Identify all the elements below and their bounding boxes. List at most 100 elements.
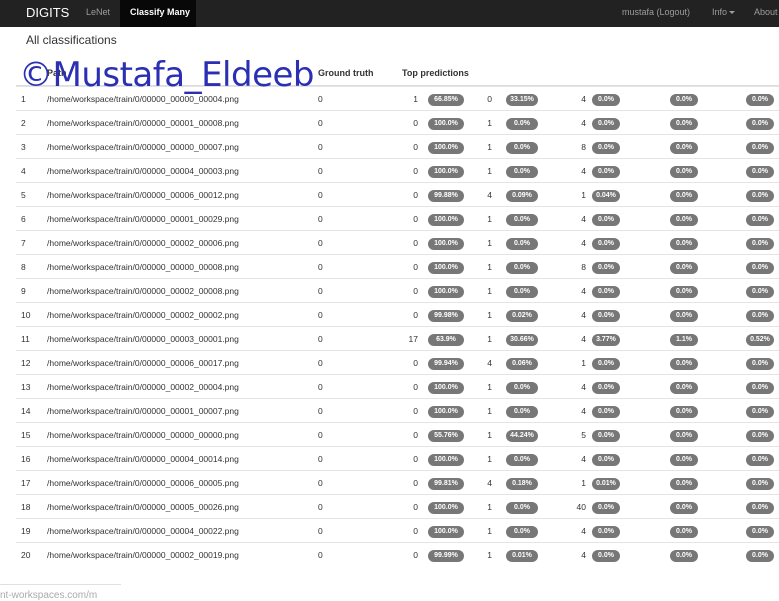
page-title: All classifications [26, 33, 117, 47]
row-number: 8 [21, 262, 26, 272]
predicted-class: 0 [413, 358, 418, 368]
image-path: /home/workspace/train/0/00000_00000_0000… [47, 142, 239, 152]
predicted-class: 1 [487, 454, 492, 464]
confidence-badge: 100.0% [428, 526, 464, 538]
predicted-class: 4 [581, 310, 586, 320]
predicted-class: 4 [581, 94, 586, 104]
confidence-badge: 0.0% [670, 262, 698, 274]
confidence-badge: 0.0% [670, 310, 698, 322]
info-menu[interactable]: Info [712, 7, 736, 17]
row-number: 10 [21, 310, 31, 320]
predicted-class: 1 [487, 550, 492, 560]
confidence-badge: 0.0% [592, 142, 620, 154]
confidence-badge: 0.0% [592, 262, 620, 274]
predicted-class: 1 [413, 94, 418, 104]
table-row: 11/home/workspace/train/0/00000_00003_00… [16, 326, 779, 350]
confidence-badge: 0.0% [592, 430, 620, 442]
about-link[interactable]: About [754, 7, 778, 17]
confidence-badge: 0.0% [592, 166, 620, 178]
table-row: 9/home/workspace/train/0/00000_00002_000… [16, 278, 779, 302]
image-path: /home/workspace/train/0/00000_00000_0000… [47, 94, 239, 104]
confidence-badge: 0.0% [670, 406, 698, 418]
row-number: 13 [21, 382, 31, 392]
predicted-class: 4 [581, 214, 586, 224]
confidence-badge: 0.0% [746, 478, 774, 490]
predicted-class: 4 [487, 358, 492, 368]
confidence-badge: 0.0% [592, 94, 620, 106]
confidence-badge: 0.0% [506, 214, 538, 226]
predicted-class: 4 [581, 334, 586, 344]
row-number: 7 [21, 238, 26, 248]
image-path: /home/workspace/train/0/00000_00004_0000… [47, 166, 239, 176]
image-path: /home/workspace/train/0/00000_00001_0000… [47, 406, 239, 416]
confidence-badge: 0.0% [670, 526, 698, 538]
info-label: Info [712, 7, 728, 17]
ground-truth-value: 0 [318, 406, 323, 416]
confidence-badge: 0.0% [746, 238, 774, 250]
predicted-class: 0 [413, 430, 418, 440]
row-number: 14 [21, 406, 31, 416]
row-number: 2 [21, 118, 26, 128]
predicted-class: 0 [413, 382, 418, 392]
row-number: 17 [21, 478, 31, 488]
user-logout-link[interactable]: mustafa (Logout) [622, 7, 690, 17]
confidence-badge: 0.0% [670, 430, 698, 442]
predicted-class: 0 [413, 214, 418, 224]
confidence-badge: 0.0% [746, 190, 774, 202]
confidence-badge: 100.0% [428, 214, 464, 226]
predicted-class: 1 [487, 262, 492, 272]
confidence-badge: 0.0% [670, 454, 698, 466]
ground-truth-value: 0 [318, 118, 323, 128]
confidence-badge: 0.0% [506, 262, 538, 274]
row-number: 16 [21, 454, 31, 464]
image-path: /home/workspace/train/0/00000_00001_0000… [47, 118, 239, 128]
confidence-badge: 100.0% [428, 382, 464, 394]
confidence-badge: 0.0% [506, 142, 538, 154]
predicted-class: 40 [576, 502, 586, 512]
predicted-class: 1 [487, 166, 492, 176]
predicted-class: 4 [487, 478, 492, 488]
row-number: 20 [21, 550, 31, 560]
confidence-badge: 0.0% [670, 166, 698, 178]
ground-truth-value: 0 [318, 310, 323, 320]
confidence-badge: 0.0% [746, 166, 774, 178]
table-row: 19/home/workspace/train/0/00000_00004_00… [16, 518, 779, 542]
table-row: 16/home/workspace/train/0/00000_00004_00… [16, 446, 779, 470]
confidence-badge: 0.06% [506, 358, 538, 370]
table-row: 6/home/workspace/train/0/00000_00001_000… [16, 206, 779, 230]
image-path: /home/workspace/train/0/00000_00006_0001… [47, 190, 239, 200]
predicted-class: 0 [413, 238, 418, 248]
caret-down-icon [729, 11, 736, 15]
image-path: /home/workspace/train/0/00000_00002_0001… [47, 550, 239, 560]
confidence-badge: 0.0% [506, 502, 538, 514]
model-link[interactable]: LeNet [86, 7, 110, 17]
row-number: 5 [21, 190, 26, 200]
confidence-badge: 0.0% [746, 502, 774, 514]
image-path: /home/workspace/train/0/00000_00003_0000… [47, 334, 239, 344]
confidence-badge: 100.0% [428, 166, 464, 178]
confidence-badge: 0.0% [746, 526, 774, 538]
footer-divider [0, 584, 121, 585]
confidence-badge: 0.0% [746, 118, 774, 130]
ground-truth-value: 0 [318, 262, 323, 272]
predicted-class: 0 [413, 262, 418, 272]
brand-link[interactable]: DIGITS [26, 5, 69, 20]
confidence-badge: 66.85% [428, 94, 464, 106]
confidence-badge: 0.0% [670, 190, 698, 202]
table-row: 13/home/workspace/train/0/00000_00002_00… [16, 374, 779, 398]
table-row: 15/home/workspace/train/0/00000_00000_00… [16, 422, 779, 446]
footer-url: nt-workspaces.com/m [0, 590, 98, 601]
predicted-class: 1 [487, 526, 492, 536]
confidence-badge: 0.0% [670, 550, 698, 562]
confidence-badge: 0.0% [592, 310, 620, 322]
table-row: 20/home/workspace/train/0/00000_00002_00… [16, 542, 779, 566]
predicted-class: 1 [581, 358, 586, 368]
confidence-badge: 0.01% [506, 550, 538, 562]
predicted-class: 0 [413, 550, 418, 560]
predicted-class: 4 [581, 166, 586, 176]
predicted-class: 1 [487, 214, 492, 224]
predicted-class: 4 [581, 286, 586, 296]
confidence-badge: 0.0% [670, 238, 698, 250]
confidence-badge: 0.0% [746, 310, 774, 322]
tab-classify-many[interactable]: Classify Many [120, 0, 196, 27]
